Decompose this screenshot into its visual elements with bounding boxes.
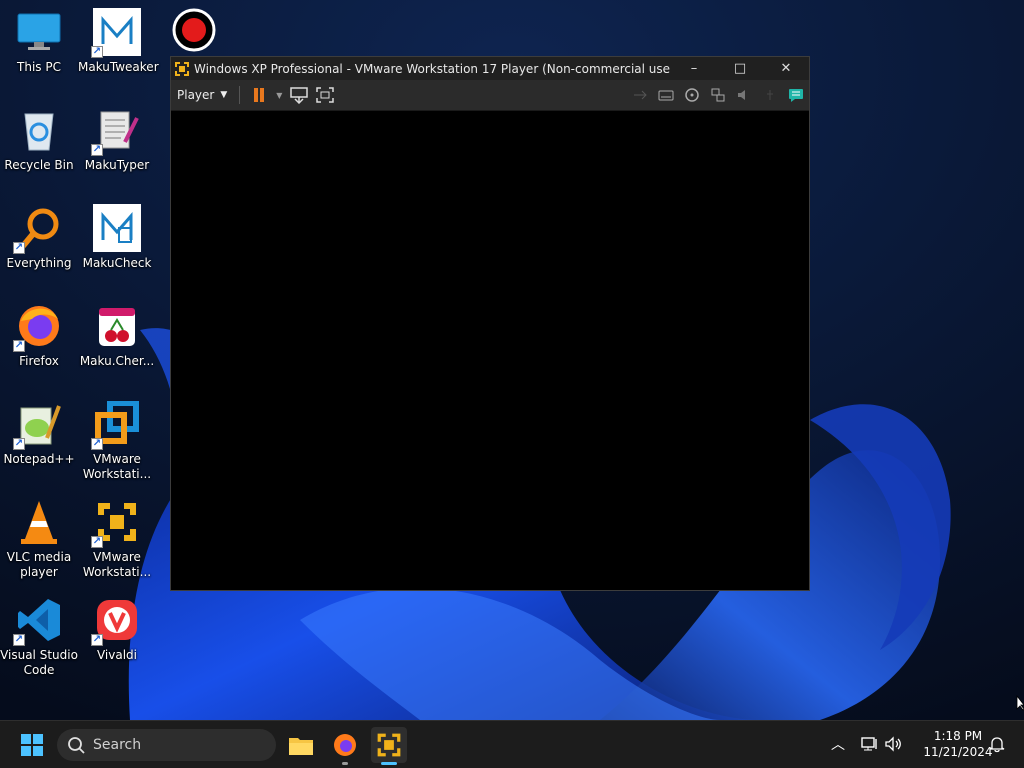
window-title: Windows XP Professional - VMware Worksta… bbox=[194, 61, 671, 76]
sound-device-button[interactable] bbox=[731, 83, 757, 107]
cherry-calendar-icon bbox=[99, 308, 135, 346]
message-log-icon bbox=[789, 89, 803, 102]
search-placeholder: Search bbox=[93, 737, 142, 753]
close-button[interactable]: ✕ bbox=[763, 57, 809, 80]
volume-button[interactable] bbox=[883, 733, 905, 755]
pause-dropdown-button[interactable]: ▼ bbox=[272, 83, 286, 107]
send-keys-icon bbox=[290, 87, 309, 104]
arrows-icon bbox=[634, 90, 647, 100]
chevron-up-icon: ︿ bbox=[831, 737, 845, 753]
shortcut-arrow-icon: ↗ bbox=[91, 144, 103, 156]
network-adapter-button[interactable] bbox=[705, 83, 731, 107]
desktop-icon-makucheck[interactable]: MakuCheck bbox=[78, 204, 156, 271]
bell-icon bbox=[989, 737, 1005, 753]
desktop-icon-firefox[interactable]: ↗ Firefox bbox=[0, 302, 78, 369]
usb-device-button[interactable] bbox=[757, 83, 783, 107]
shortcut-arrow-icon: ↗ bbox=[91, 46, 103, 58]
network-status-button[interactable] bbox=[859, 733, 881, 755]
network-device-button[interactable] bbox=[627, 83, 653, 107]
desktop-icon-makutyper[interactable]: ↗ MakuTyper bbox=[78, 106, 156, 173]
search-icon bbox=[68, 737, 85, 754]
desktop-icon-this-pc[interactable]: This PC bbox=[0, 8, 78, 75]
start-button[interactable] bbox=[14, 727, 50, 763]
taskbar-search-box[interactable]: Search bbox=[57, 729, 276, 761]
send-ctrl-alt-del-button[interactable] bbox=[286, 83, 312, 107]
cd-dvd-device-button[interactable] bbox=[679, 83, 705, 107]
desktop-icon-maku-cherry[interactable]: Maku.Cher... bbox=[78, 302, 156, 369]
fullscreen-button[interactable] bbox=[312, 83, 338, 107]
taskbar-file-explorer[interactable] bbox=[283, 727, 319, 763]
minimize-button[interactable]: – bbox=[671, 57, 717, 80]
network-adapter-icon bbox=[711, 88, 725, 102]
shortcut-arrow-icon: ↗ bbox=[13, 242, 25, 254]
vmware-player-window[interactable]: Windows XP Professional - VMware Worksta… bbox=[170, 56, 810, 591]
desktop-icon-vmware-workstation-2[interactable]: ↗ VMware Workstati... bbox=[78, 498, 156, 580]
shortcut-arrow-icon: ↗ bbox=[91, 438, 103, 450]
shortcut-arrow-icon: ↗ bbox=[91, 536, 103, 548]
cd-dvd-icon bbox=[685, 88, 699, 102]
pause-button[interactable] bbox=[246, 83, 272, 107]
shortcut-arrow-icon: ↗ bbox=[13, 634, 25, 646]
hard-disk-icon bbox=[658, 90, 674, 101]
makucheck-icon bbox=[101, 212, 133, 243]
vmware-icon bbox=[377, 733, 401, 757]
toolbar-separator bbox=[239, 86, 241, 104]
desktop-icon-makutweaker[interactable]: ↗ MakuTweaker bbox=[78, 8, 159, 75]
recycle-bin-icon bbox=[24, 113, 54, 151]
message-log-button[interactable] bbox=[783, 83, 809, 107]
chevron-down-icon: ▼ bbox=[220, 90, 228, 100]
mouse-cursor-icon bbox=[1016, 695, 1024, 711]
desktop-icon-vlc[interactable]: VLC media player bbox=[0, 498, 78, 580]
firefox-icon bbox=[334, 734, 356, 756]
desktop-icon-notepad-plus-plus[interactable]: ↗ Notepad++ bbox=[0, 400, 78, 467]
vmware-app-icon bbox=[175, 61, 189, 76]
desktop-icon-vscode[interactable]: ↗ Visual Studio Code bbox=[0, 596, 78, 678]
shortcut-arrow-icon: ↗ bbox=[91, 634, 103, 646]
record-indicator[interactable] bbox=[172, 8, 216, 52]
player-menu-button[interactable]: Player ▼ bbox=[171, 88, 233, 102]
usb-icon bbox=[767, 90, 773, 100]
maximize-button[interactable]: □ bbox=[717, 57, 763, 80]
active-indicator bbox=[381, 762, 397, 765]
volume-icon bbox=[885, 736, 901, 752]
pause-icon bbox=[254, 88, 265, 102]
fullscreen-icon bbox=[316, 87, 335, 103]
record-icon bbox=[172, 8, 216, 52]
desktop-icon-vivaldi[interactable]: ↗ Vivaldi bbox=[78, 596, 156, 663]
hard-disk-device-button[interactable] bbox=[653, 83, 679, 107]
notifications-button[interactable] bbox=[986, 733, 1008, 755]
network-icon bbox=[861, 737, 877, 751]
chevron-down-icon: ▼ bbox=[276, 90, 283, 100]
taskbar-vmware[interactable] bbox=[371, 727, 407, 765]
shortcut-arrow-icon: ↗ bbox=[13, 438, 25, 450]
taskbar-firefox[interactable] bbox=[327, 727, 363, 765]
shortcut-arrow-icon: ↗ bbox=[13, 340, 25, 352]
running-indicator bbox=[342, 762, 348, 765]
desktop-icon-everything[interactable]: ↗ Everything bbox=[0, 204, 78, 271]
player-toolbar: Player ▼ ▼ bbox=[171, 80, 809, 111]
speaker-icon bbox=[738, 90, 745, 100]
taskbar: Search ︿ 1:18 PM 11/21/2024 bbox=[0, 720, 1024, 768]
show-hidden-icons-button[interactable]: ︿ bbox=[827, 733, 849, 755]
monitor-icon bbox=[17, 13, 61, 50]
vlc-cone-icon bbox=[21, 501, 57, 544]
desktop-icon-recycle-bin[interactable]: Recycle Bin bbox=[0, 106, 78, 173]
window-titlebar[interactable]: Windows XP Professional - VMware Worksta… bbox=[171, 57, 809, 80]
windows-logo-icon bbox=[21, 734, 43, 756]
file-explorer-icon bbox=[289, 738, 313, 755]
vm-display[interactable] bbox=[171, 111, 809, 590]
desktop-icon-vmware-workstation-1[interactable]: ↗ VMware Workstati... bbox=[78, 400, 156, 482]
makutweaker-icon bbox=[101, 16, 133, 44]
